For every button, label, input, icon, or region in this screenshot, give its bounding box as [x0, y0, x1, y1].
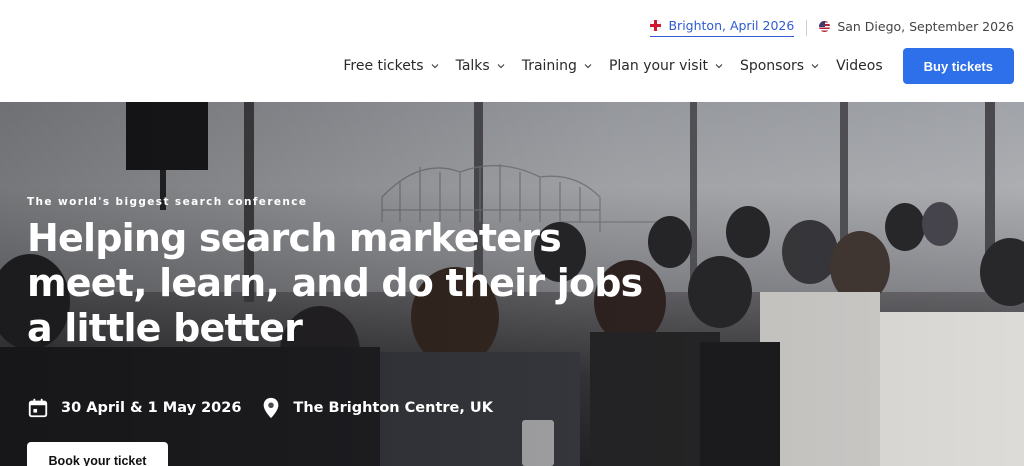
- event-date: 30 April & 1 May 2026: [27, 397, 241, 419]
- headline-line: Helping search marketers: [27, 216, 562, 260]
- chevron-down-icon: [811, 64, 819, 69]
- chevron-down-icon: [497, 64, 505, 69]
- event-label-brighton: Brighton, April 2026: [668, 18, 795, 33]
- nav-item-plan-your-visit[interactable]: Plan your visit: [609, 48, 724, 84]
- calendar-icon: [28, 398, 48, 418]
- event-link-san-diego[interactable]: San Diego, September 2026: [819, 19, 1014, 37]
- hero-headline: Helping search marketers meet, learn, an…: [27, 216, 727, 352]
- chevron-down-icon: [431, 64, 439, 69]
- hero-banner: The world's biggest search conference He…: [0, 102, 1024, 466]
- main-nav: Free tickets Talks Training Plan your vi…: [343, 48, 1014, 84]
- event-switcher: Brighton, April 2026 San Diego, Septembe…: [650, 18, 1014, 37]
- event-link-brighton[interactable]: Brighton, April 2026: [650, 18, 795, 37]
- nav-label: Free tickets: [343, 58, 424, 74]
- chevron-down-icon: [715, 64, 723, 69]
- event-location-text: The Brighton Centre, UK: [293, 400, 493, 416]
- site-header: Brighton, April 2026 San Diego, Septembe…: [0, 0, 1024, 102]
- headline-line: a little better: [27, 306, 303, 351]
- us-flag-icon: [819, 20, 831, 32]
- nav-item-training[interactable]: Training: [522, 48, 593, 84]
- headline-line: meet, learn, and do their jobs: [27, 261, 643, 306]
- event-location: The Brighton Centre, UK: [261, 397, 493, 419]
- hero-tagline: The world's biggest search conference: [27, 196, 308, 208]
- uk-flag-icon: [650, 20, 662, 31]
- event-date-text: 30 April & 1 May 2026: [61, 400, 242, 416]
- nav-label: Videos: [836, 58, 883, 74]
- nav-item-videos[interactable]: Videos: [836, 48, 883, 84]
- buy-tickets-button[interactable]: Buy tickets: [902, 48, 1014, 84]
- book-ticket-button[interactable]: Book your ticket: [27, 442, 168, 466]
- nav-label: Plan your visit: [608, 58, 708, 74]
- nav-item-sponsors[interactable]: Sponsors: [740, 48, 820, 84]
- event-details: 30 April & 1 May 2026 The Brighton Centr…: [27, 397, 513, 419]
- nav-label: Talks: [455, 58, 490, 74]
- event-divider: [806, 19, 808, 36]
- nav-item-talks[interactable]: Talks: [456, 48, 506, 84]
- chevron-down-icon: [584, 64, 592, 69]
- nav-label: Sponsors: [739, 58, 805, 74]
- event-label-san-diego: San Diego, September 2026: [837, 18, 1014, 34]
- location-pin-icon: [264, 397, 279, 419]
- nav-label: Training: [521, 58, 577, 74]
- nav-item-free-tickets[interactable]: Free tickets: [343, 48, 439, 84]
